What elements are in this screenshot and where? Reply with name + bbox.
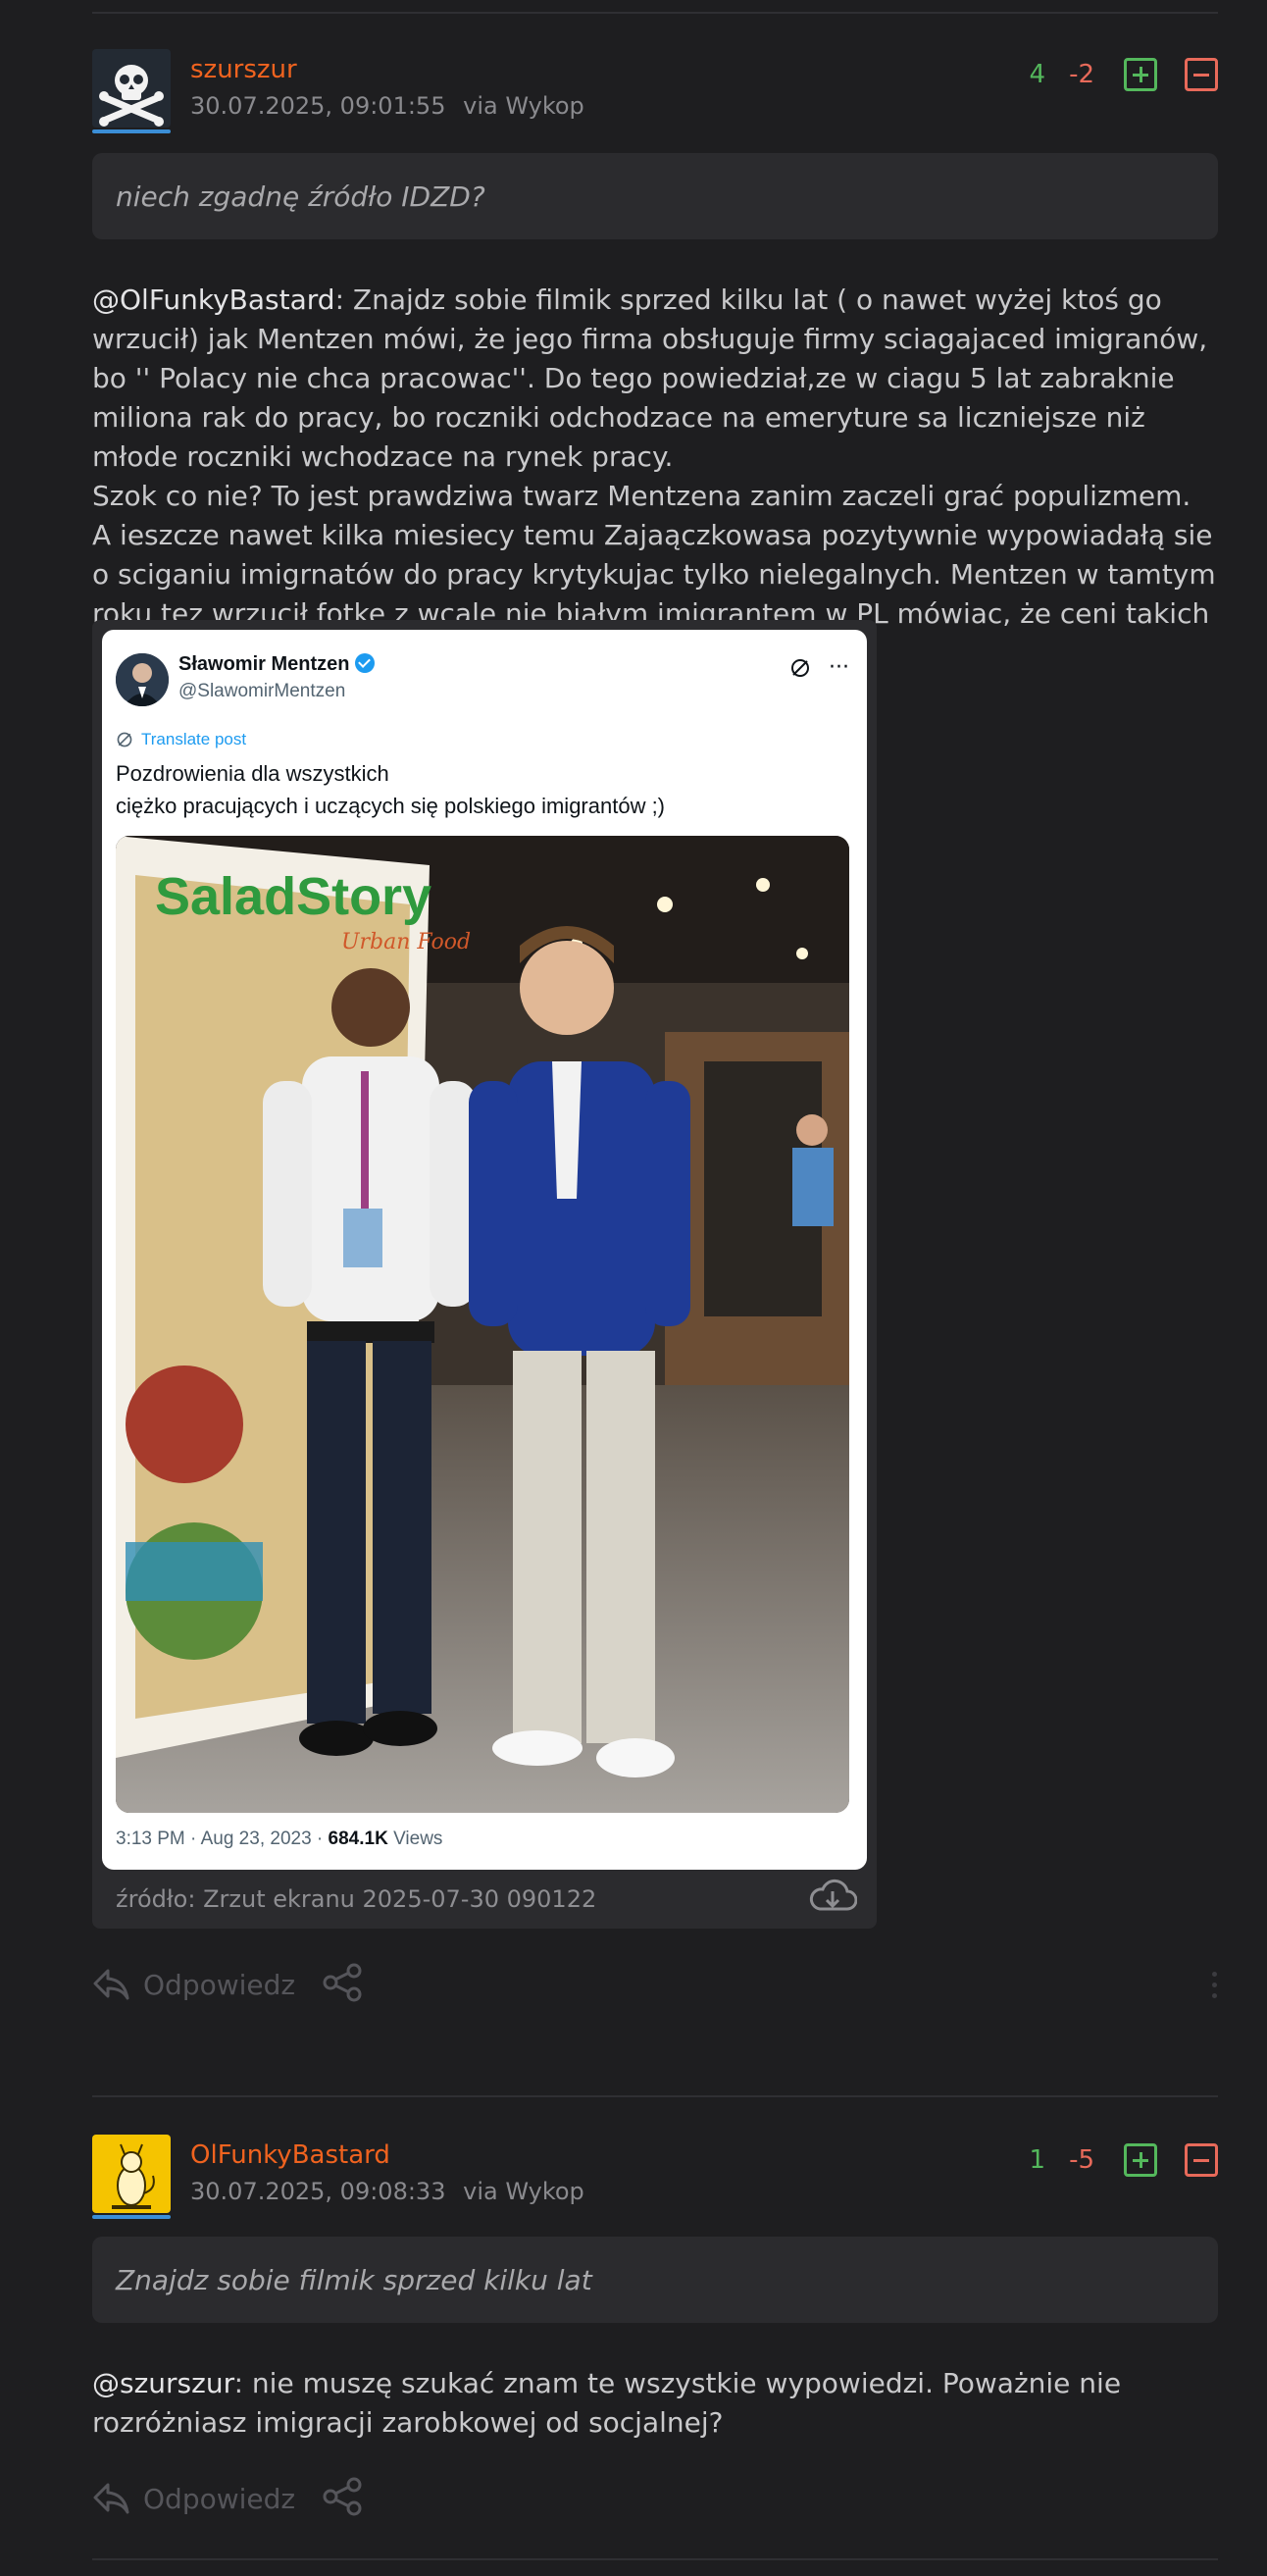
comment: szurszur 30.07.2025, 09:01:55 via Wykop …: [92, 49, 1218, 2060]
downvote-button[interactable]: [1185, 58, 1218, 91]
avatar[interactable]: [92, 49, 171, 128]
comment-meta: 30.07.2025, 09:01:55 via Wykop: [190, 92, 584, 120]
comment-body: @OlFunkyBastard: Znajdz sobie filmik spr…: [92, 281, 1218, 673]
quote-block: Znajdz sobie filmik sprzed kilku lat: [92, 2237, 1218, 2323]
avatar[interactable]: [92, 2135, 171, 2213]
tweet-header-icons: ···: [789, 655, 849, 680]
quote-text: Znajdz sobie filmik sprzed kilku lat: [116, 2263, 592, 2296]
divider: [92, 12, 1218, 14]
more-options-icon: ···: [829, 655, 849, 680]
body-paragraph: Szok co nie? To jest prawdziwa twarz Men…: [92, 480, 1191, 512]
comment-thread: szurszur 30.07.2025, 09:01:55 via Wykop …: [0, 0, 1267, 2576]
divider: [92, 2095, 1218, 2097]
upvote-button[interactable]: [1124, 58, 1157, 91]
body-paragraph: : nie muszę szukać znam te wszystkie wyp…: [92, 2367, 1122, 2439]
avatar-status-bar: [92, 2215, 171, 2219]
reply-label: Odpowiedz: [143, 1968, 296, 2001]
comment-actions: Odpowiedz: [92, 2476, 1218, 2521]
comment-body: @szurszur: nie muszę szukać znam te wszy…: [92, 2364, 1218, 2443]
share-icon: [323, 1963, 362, 2002]
more-menu-icon[interactable]: [1212, 1972, 1218, 2004]
reply-label: Odpowiedz: [143, 2482, 296, 2515]
votes-minus-count: -5: [1069, 2145, 1094, 2175]
avatar-status-bar: [92, 129, 171, 133]
photo-sign-text: SaladStory: [155, 867, 431, 926]
tweet-text: Pozdrowienia dla wszystkich ciężko pracu…: [116, 761, 666, 818]
share-icon: [323, 2477, 362, 2516]
tweet-author-name: Sławomir Mentzen: [178, 653, 376, 676]
timestamp: 30.07.2025, 09:01:55: [190, 92, 446, 120]
tweet-avatar: [116, 653, 169, 706]
upvote-button[interactable]: [1124, 2143, 1157, 2177]
translate-post: Translate post: [116, 730, 246, 749]
translate-icon: [117, 732, 132, 747]
download-cloud-icon[interactable]: [808, 1878, 857, 1917]
via-source[interactable]: via Wykop: [463, 2178, 584, 2205]
grok-icon: [791, 658, 810, 677]
tweet-photo: SaladStory Urban Food: [116, 836, 849, 1813]
reply-button[interactable]: Odpowiedz: [92, 2482, 295, 2515]
quote-text: niech zgadnę źródło IDZD?: [116, 180, 485, 213]
votes-minus-count: -2: [1069, 60, 1094, 89]
username[interactable]: OlFunkyBastard: [190, 2140, 390, 2170]
votes-plus-count: 1: [1029, 2145, 1046, 2175]
timestamp: 30.07.2025, 09:08:33: [190, 2178, 446, 2205]
user-mention[interactable]: @szurszur: [92, 2367, 234, 2399]
via-source[interactable]: via Wykop: [463, 92, 584, 120]
reply-icon: [93, 1969, 129, 2000]
photo-sign-subtext: Urban Food: [341, 930, 471, 954]
tweet-screenshot: Sławomir Mentzen @SlawomirMentzen ··· Tr…: [102, 630, 867, 1870]
comment-actions: Odpowiedz: [92, 1962, 1218, 2007]
comment-meta: 30.07.2025, 09:08:33 via Wykop: [190, 2178, 584, 2205]
reply-button[interactable]: Odpowiedz: [92, 1968, 295, 2001]
verified-badge-icon: [355, 653, 376, 673]
vote-box: 4 -2: [1030, 55, 1218, 94]
comment: OlFunkyBastard 30.07.2025, 09:08:33 via …: [92, 2135, 1218, 2547]
vote-box: 1 -5: [1030, 2140, 1218, 2180]
share-button[interactable]: [321, 1963, 364, 2006]
username[interactable]: szurszur: [190, 55, 297, 84]
divider: [92, 2558, 1218, 2560]
tweet-footer: 3:13 PM · Aug 23, 2023 · 684.1K Views: [116, 1829, 443, 1849]
user-mention[interactable]: @OlFunkyBastard: [92, 283, 335, 316]
reply-icon: [93, 2483, 129, 2514]
share-button[interactable]: [321, 2477, 364, 2520]
votes-plus-count: 4: [1029, 60, 1046, 89]
tweet-author-handle: @SlawomirMentzen: [178, 681, 346, 701]
downvote-button[interactable]: [1185, 2143, 1218, 2177]
image-source-caption: źródło: Zrzut ekranu 2025-07-30 090122: [116, 1885, 597, 1913]
quote-block: niech zgadnę źródło IDZD?: [92, 153, 1218, 239]
attached-image[interactable]: Sławomir Mentzen @SlawomirMentzen ··· Tr…: [92, 620, 877, 1929]
